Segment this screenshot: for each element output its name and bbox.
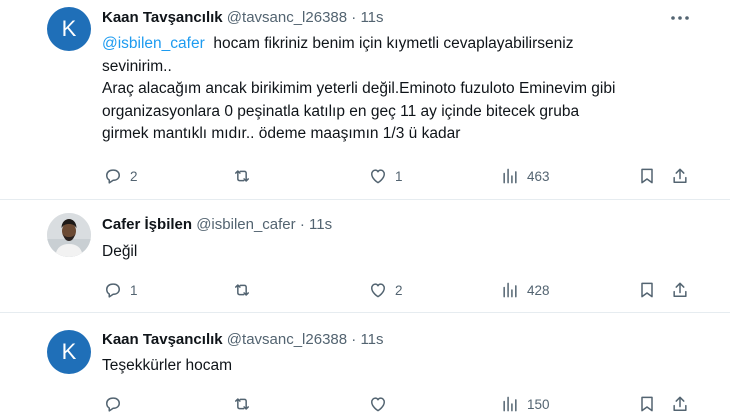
- like-button[interactable]: 1: [368, 164, 403, 188]
- tweet-text-line2: sevinirim..: [102, 57, 172, 75]
- bookmark-icon: [641, 282, 653, 298]
- tweet-header: Cafer İşbilen @isbilen_cafer · 11s: [102, 216, 332, 233]
- tweet-text-line4: organizasyonlara 0 peşinatla katılıp en …: [102, 102, 580, 120]
- retweet-icon: [235, 284, 249, 296]
- avatar[interactable]: K: [47, 7, 91, 51]
- divider: [0, 199, 730, 200]
- action-bar: 150: [0, 392, 730, 416]
- author-name[interactable]: Kaan Tavşancılık: [102, 9, 223, 26]
- like-count: 1: [395, 168, 403, 184]
- bookmark-button[interactable]: [637, 392, 657, 416]
- more-icon[interactable]: [668, 8, 692, 28]
- heart-icon: [371, 283, 385, 298]
- separator-dot: ·: [351, 9, 357, 26]
- reply-button[interactable]: [103, 392, 130, 416]
- like-count: 2: [395, 282, 403, 298]
- views-icon: [503, 282, 517, 298]
- tweet-text-line1: Teşekkürler hocam: [102, 357, 233, 374]
- tweet-header: Kaan Tavşancılık @tavsanc_l26388 · 11s: [102, 9, 384, 26]
- tweet-thread: K Kaan Tavşancılık @tavsanc_l26388 · 11s…: [0, 0, 730, 420]
- views-button[interactable]: 463: [500, 164, 550, 188]
- tweet-text: Değil: [102, 241, 702, 264]
- reply-button[interactable]: 2: [103, 164, 138, 188]
- bookmark-button[interactable]: [637, 164, 657, 188]
- tweet-text: Teşekkürler hocam: [102, 355, 702, 378]
- tweet-text-line3: Araç alacağım ancak birikimim yeterli de…: [102, 80, 616, 97]
- avatar-photo: [47, 213, 91, 257]
- author-handle[interactable]: @tavsanc_l26388: [227, 331, 347, 348]
- reply-button[interactable]: 1: [103, 278, 138, 302]
- retweet-button[interactable]: [232, 164, 259, 188]
- bookmark-icon: [641, 396, 653, 412]
- author-name[interactable]: Kaan Tavşancılık: [102, 331, 223, 348]
- views-count: 428: [527, 282, 550, 298]
- reply-icon: [106, 283, 120, 298]
- action-bar: 1 2 428: [0, 278, 730, 302]
- bookmark-button[interactable]: [637, 278, 657, 302]
- divider: [0, 312, 730, 313]
- views-count: 463: [527, 168, 550, 184]
- avatar-letter: K: [61, 16, 77, 41]
- author-name[interactable]: Cafer İşbilen: [102, 216, 192, 233]
- separator-dot: ·: [351, 331, 357, 348]
- tweet-text-line1: hocam fikriniz benim için kıymetli cevap…: [204, 35, 574, 52]
- reply-icon: [106, 397, 120, 412]
- share-button[interactable]: [670, 392, 690, 416]
- action-bar: 2 1 463: [0, 164, 730, 188]
- tweet-3[interactable]: K Kaan Tavşancılık @tavsanc_l26388 · 11s…: [0, 318, 730, 420]
- tweet-text-line5: girmek mantıklı mıdır.. ödeme maaşımın 1…: [102, 125, 461, 142]
- reply-count: 2: [130, 168, 138, 184]
- heart-icon: [371, 169, 385, 184]
- separator-dot: ·: [299, 216, 305, 233]
- views-icon: [503, 168, 517, 184]
- tweet-header: Kaan Tavşancılık @tavsanc_l26388 · 11s: [102, 331, 384, 348]
- share-icon: [673, 168, 687, 183]
- avatar[interactable]: K: [47, 330, 91, 374]
- views-button[interactable]: 428: [500, 278, 550, 302]
- timestamp[interactable]: 11s: [360, 9, 383, 26]
- mention-link[interactable]: @isbilen_cafer: [102, 35, 205, 52]
- views-icon: [503, 396, 517, 412]
- tweet-text-line1: Değil: [102, 243, 138, 260]
- avatar[interactable]: [47, 213, 91, 257]
- like-button[interactable]: [368, 392, 395, 416]
- reply-icon: [106, 169, 120, 184]
- reply-count: 1: [130, 282, 138, 298]
- timestamp[interactable]: 11s: [309, 216, 332, 233]
- retweet-button[interactable]: [232, 278, 259, 302]
- views-count: 150: [527, 396, 550, 412]
- tweet-1[interactable]: K Kaan Tavşancılık @tavsanc_l26388 · 11s…: [0, 0, 730, 206]
- bookmark-icon: [641, 168, 653, 184]
- like-button[interactable]: 2: [368, 278, 403, 302]
- retweet-icon: [235, 398, 249, 410]
- retweet-icon: [235, 170, 249, 182]
- share-button[interactable]: [670, 278, 690, 302]
- retweet-button[interactable]: [232, 392, 259, 416]
- share-button[interactable]: [670, 164, 690, 188]
- tweet-2[interactable]: Cafer İşbilen @isbilen_cafer · 11s Değil…: [0, 206, 730, 316]
- author-handle[interactable]: @isbilen_cafer: [196, 216, 295, 233]
- timestamp[interactable]: 11s: [360, 331, 383, 348]
- author-handle[interactable]: @tavsanc_l26388: [227, 9, 347, 26]
- share-icon: [673, 282, 687, 297]
- avatar-letter: K: [61, 339, 77, 364]
- share-icon: [673, 396, 687, 411]
- views-button[interactable]: 150: [500, 392, 550, 416]
- heart-icon: [371, 397, 385, 412]
- tweet-text: @isbilen_cafer hocam fikriniz benim için…: [102, 33, 702, 146]
